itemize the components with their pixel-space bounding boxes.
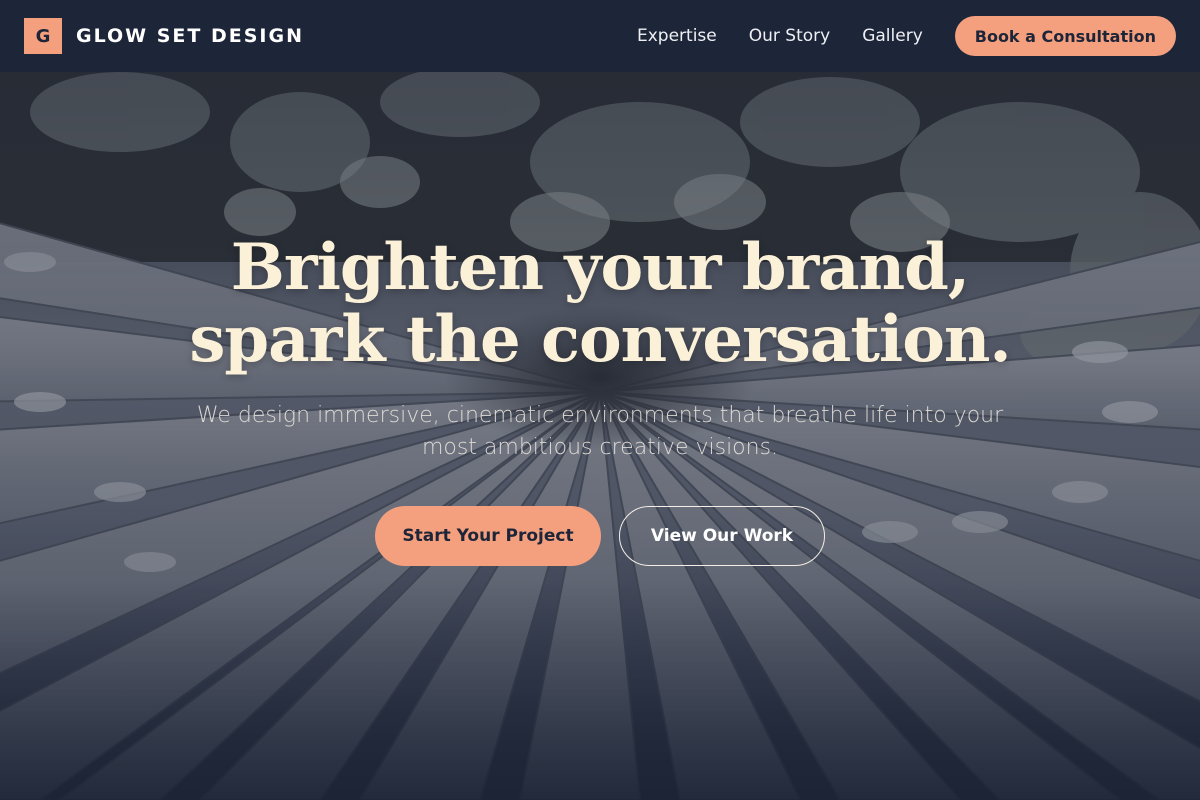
- start-project-button[interactable]: Start Your Project: [375, 506, 601, 566]
- hero-buttons: Start Your Project View Our Work: [0, 506, 1200, 566]
- hero-headline: Brighten your brand, spark the conversat…: [0, 232, 1200, 376]
- hero-headline-line1: Brighten your brand,: [230, 230, 970, 305]
- hero-section: Brighten your brand, spark the conversat…: [0, 72, 1200, 800]
- brand-logo[interactable]: G GLOW SET DESIGN: [24, 18, 304, 54]
- book-consultation-button[interactable]: Book a Consultation: [954, 16, 1176, 56]
- hero-subtitle: We design immersive, cinematic environme…: [196, 403, 1004, 460]
- brand-name: GLOW SET DESIGN: [76, 25, 304, 47]
- view-work-button[interactable]: View Our Work: [619, 506, 825, 566]
- nav-link-expertise[interactable]: Expertise: [637, 26, 717, 46]
- nav-link-our-story[interactable]: Our Story: [749, 26, 830, 46]
- site-header: G GLOW SET DESIGN Expertise Our Story Ga…: [0, 0, 1200, 72]
- logo-mark: G: [24, 18, 62, 54]
- main-nav: Expertise Our Story Gallery Book a Consu…: [637, 16, 1176, 56]
- nav-link-gallery[interactable]: Gallery: [862, 26, 923, 46]
- hero-headline-line2: spark the conversation.: [189, 302, 1011, 377]
